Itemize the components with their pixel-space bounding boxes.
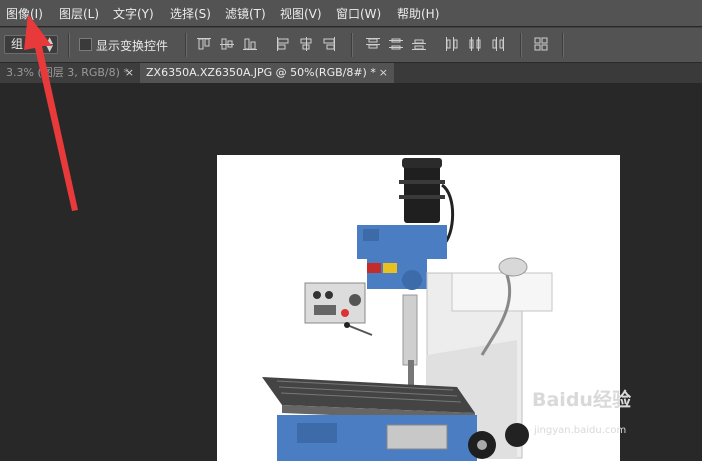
baidu-jingyan-watermark: Baidu经验 jingyan.baidu.com (532, 385, 702, 445)
watermark-url: jingyan.baidu.com (534, 425, 627, 436)
watermark-logo: Baidu经验 (532, 389, 631, 411)
